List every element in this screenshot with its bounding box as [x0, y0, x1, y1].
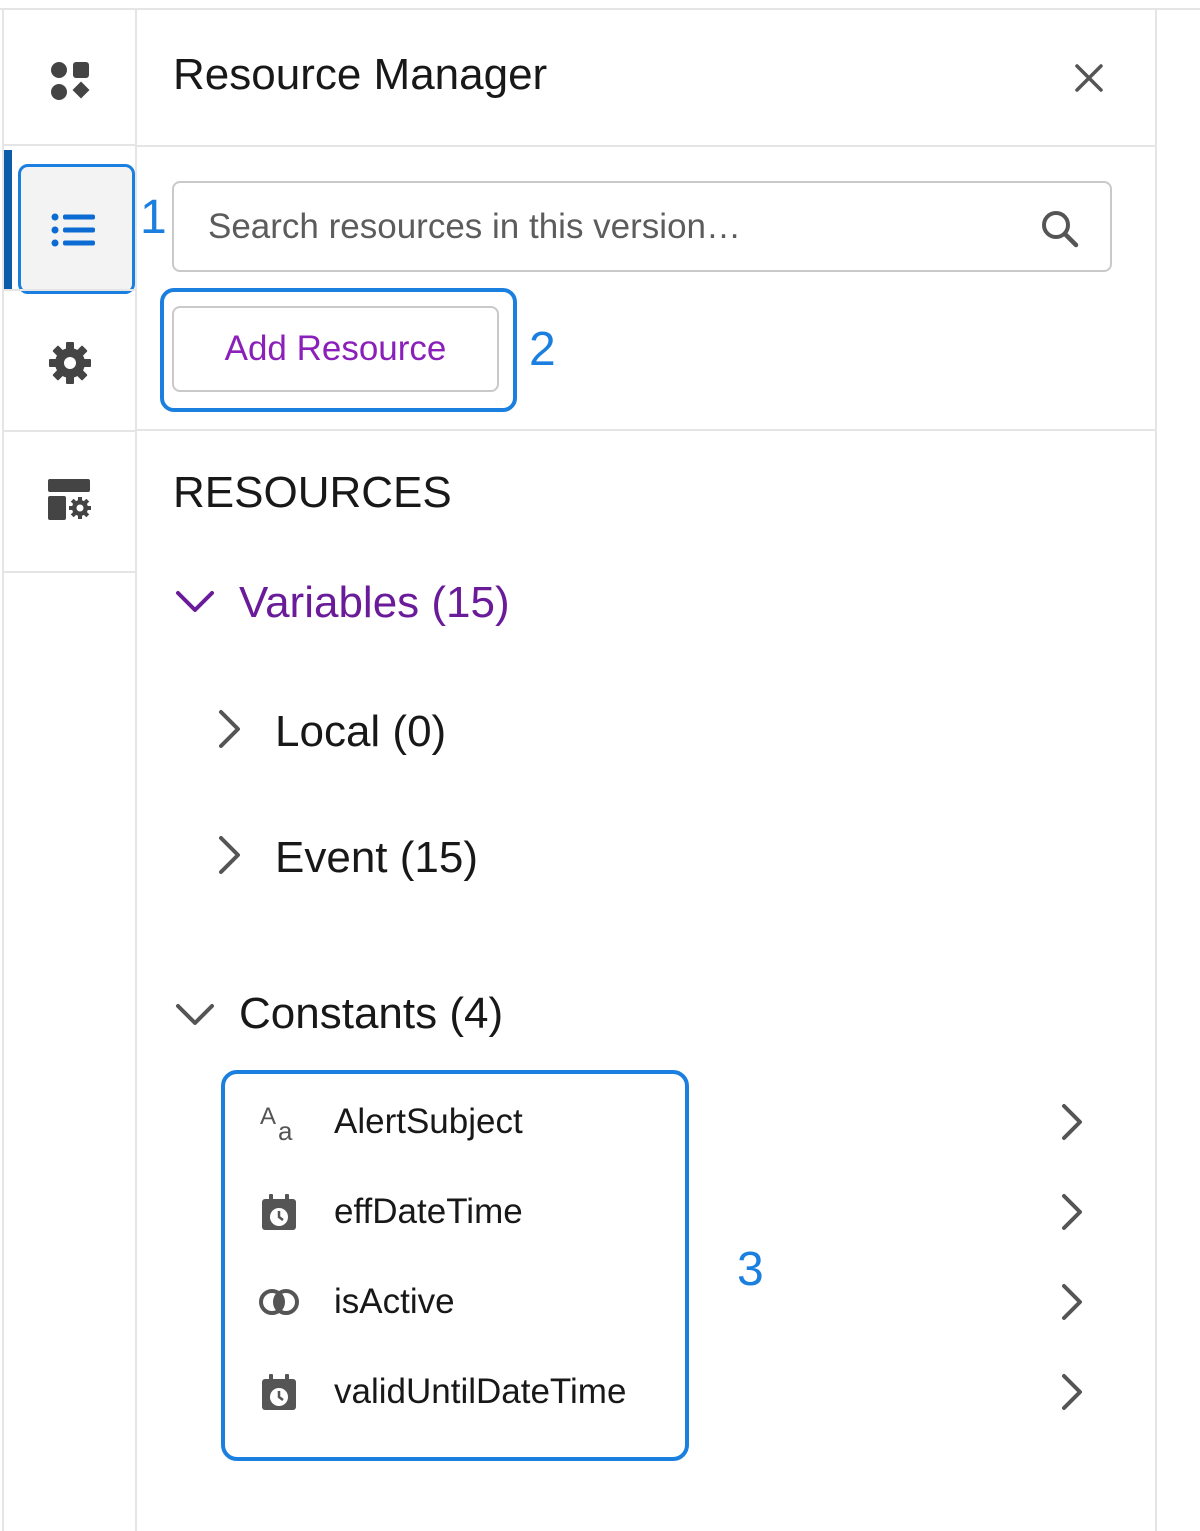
chevron-right-icon [209, 704, 253, 759]
close-button[interactable] [1069, 58, 1109, 98]
rail-active-indicator [4, 150, 12, 290]
rail-button-components[interactable] [4, 28, 136, 138]
toolbar-divider [137, 429, 1155, 431]
variables-group-label: Variables (15) [239, 578, 510, 627]
resource-manager-panel: Resource Manager Add Resource 2 RESOURCE… [137, 10, 1155, 1531]
constant-item-label: AlertSubject [334, 1102, 523, 1141]
header-divider [137, 145, 1155, 147]
search-box [172, 181, 1112, 272]
components-icon [48, 59, 92, 108]
chevron-right-icon[interactable] [1057, 1100, 1087, 1149]
datetime-icon [257, 1370, 301, 1414]
rail-divider [4, 289, 136, 291]
panel-title: Resource Manager [173, 50, 548, 99]
chevron-right-icon [209, 830, 253, 885]
chevron-right-icon[interactable] [1057, 1280, 1087, 1329]
list-icon [51, 212, 97, 253]
constant-item-label: effDateTime [334, 1192, 523, 1231]
callout-2: 2 [529, 323, 556, 376]
event-group-toggle[interactable]: Event (15) [209, 830, 478, 885]
datetime-icon [257, 1190, 301, 1234]
search-input[interactable] [208, 206, 1008, 247]
rail-button-resources[interactable] [18, 164, 135, 294]
chevron-down-icon [173, 986, 217, 1041]
panel-right-border [1155, 10, 1157, 1531]
rail-divider [4, 144, 136, 146]
constant-item-validuntildatetime[interactable]: validUntilDateTime [257, 1362, 1097, 1422]
chevron-right-icon[interactable] [1057, 1190, 1087, 1239]
chevron-down-icon [173, 579, 217, 628]
constant-item-label: validUntilDateTime [334, 1372, 627, 1411]
boolean-icon [257, 1280, 301, 1324]
text-type-icon: A a [257, 1100, 301, 1144]
rail-button-settings[interactable] [4, 300, 136, 430]
local-group-toggle[interactable]: Local (0) [209, 704, 446, 759]
svg-text:a: a [278, 1116, 293, 1144]
variables-group-toggle[interactable]: Variables (15) [173, 578, 510, 628]
resources-heading: RESOURCES [173, 468, 452, 517]
constants-group-toggle[interactable]: Constants (4) [173, 986, 503, 1041]
constant-item-isactive[interactable]: isActive [257, 1272, 1097, 1332]
left-rail [4, 10, 136, 1531]
layout-settings-icon [47, 477, 93, 528]
event-group-label: Event (15) [275, 832, 478, 882]
chevron-right-icon[interactable] [1057, 1370, 1087, 1419]
search-icon[interactable] [1040, 209, 1080, 249]
close-icon [1069, 64, 1109, 102]
local-group-label: Local (0) [275, 706, 447, 756]
constants-group-label: Constants (4) [239, 988, 504, 1038]
constant-item-label: isActive [334, 1282, 455, 1321]
rail-button-layout[interactable] [4, 435, 136, 570]
rail-divider [4, 571, 136, 573]
add-resource-button[interactable]: Add Resource [172, 306, 499, 392]
gear-icon [48, 341, 92, 390]
constant-item-alertsubject[interactable]: A a AlertSubject [257, 1092, 1097, 1152]
constant-item-effdatetime[interactable]: effDateTime [257, 1182, 1097, 1242]
svg-text:A: A [260, 1103, 276, 1130]
rail-divider [4, 430, 136, 432]
